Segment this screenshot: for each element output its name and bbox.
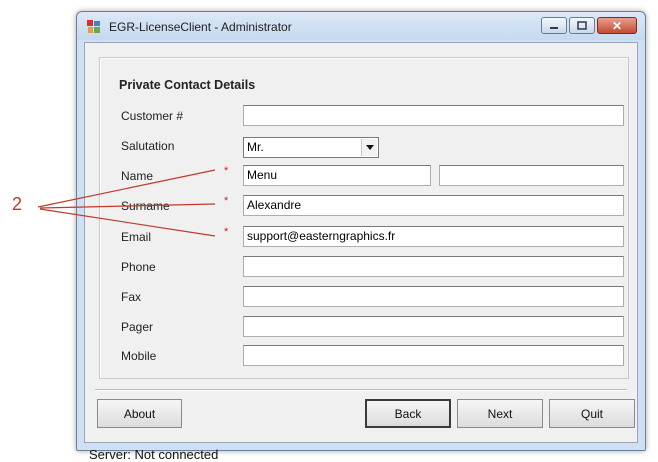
callout-lines xyxy=(37,169,216,237)
callout-number: 2 xyxy=(12,194,23,214)
